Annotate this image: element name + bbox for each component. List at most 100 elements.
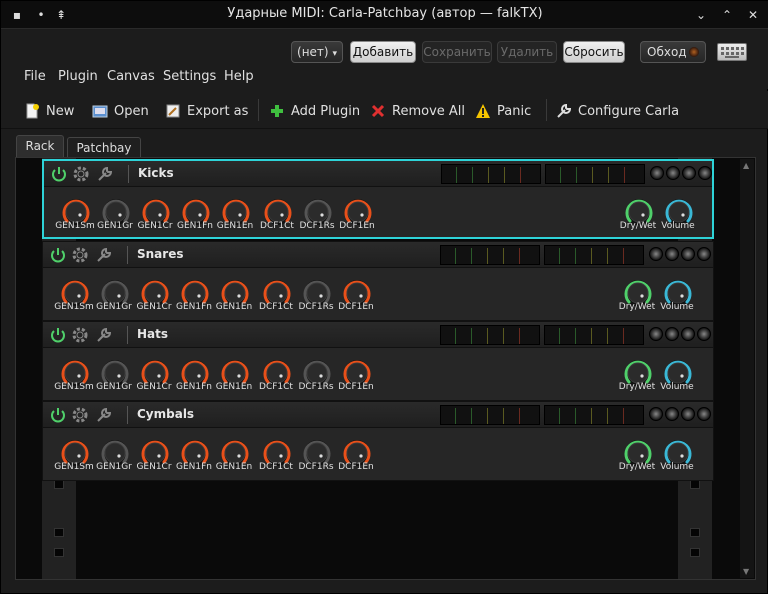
plugin-slot[interactable]: Hats GEN1Sm GEN1Gr GEN1Cr GEN1Fn GEN1En …	[42, 321, 714, 401]
knob-label: GEN1Cr	[136, 302, 172, 312]
wrench-icon[interactable]	[95, 406, 113, 424]
window-title: Ударные MIDI: Carla-Patchbay (автор — fa…	[227, 6, 543, 21]
knob-label: GEN1Gr	[96, 462, 132, 472]
knob-label: GEN1Fn	[176, 382, 212, 392]
gear-icon[interactable]	[71, 326, 89, 344]
remove-x-icon	[371, 104, 385, 118]
knob-label: GEN1Sm	[54, 462, 94, 472]
bypass-button[interactable]: Обход	[640, 41, 706, 63]
new-button[interactable]: New	[24, 101, 74, 121]
power-icon[interactable]	[49, 406, 67, 424]
menu-bar: File Plugin Canvas Settings Help	[1, 67, 768, 89]
power-icon[interactable]	[50, 165, 68, 183]
delete-button[interactable]: Удалить	[497, 41, 557, 63]
export-button[interactable]: Export as	[165, 101, 248, 121]
toolbar-separator	[258, 99, 259, 121]
plugin-slot[interactable]: Cymbals GEN1Sm GEN1Gr GEN1Cr GEN1Fn GEN1…	[42, 401, 714, 481]
new-file-icon	[26, 103, 39, 119]
knob-label: GEN1Sm	[54, 302, 94, 312]
knob-label: GEN1Sm	[54, 382, 94, 392]
led-indicator	[681, 327, 695, 341]
rack-scrollbar[interactable]: ▲ ▼	[740, 159, 754, 578]
close-icon[interactable]: ✕	[743, 5, 763, 25]
header-separator	[127, 406, 128, 424]
gear-icon[interactable]	[72, 165, 90, 183]
gear-icon[interactable]	[71, 406, 89, 424]
preset-select[interactable]: (нет) ▾	[291, 41, 343, 63]
knob-label: GEN1Fn	[176, 462, 212, 472]
knob-label: DCF1Ct	[259, 302, 293, 312]
knob-label: GEN1Sm	[55, 221, 95, 231]
menu-canvas[interactable]: Canvas	[107, 69, 155, 84]
menu-file[interactable]: File	[24, 69, 46, 84]
knob-label: DCF1Ct	[259, 382, 293, 392]
plugin-leds	[649, 407, 711, 421]
power-icon[interactable]	[49, 326, 67, 344]
peak-meter-out	[545, 164, 645, 184]
knob-label: GEN1Cr	[136, 382, 172, 392]
add-plugin-button[interactable]: Add Plugin	[269, 101, 360, 121]
gear-icon[interactable]	[71, 246, 89, 264]
menu-plugin[interactable]: Plugin	[58, 69, 98, 84]
minimize-icon[interactable]: ⌄	[691, 5, 711, 25]
plugin-name: Kicks	[138, 166, 174, 180]
peak-meter-in	[440, 405, 540, 425]
knob-label: GEN1Cr	[136, 462, 172, 472]
plugin-name: Hats	[137, 327, 169, 341]
knob-label: DCF1En	[338, 462, 374, 472]
header-separator	[127, 326, 128, 344]
menu-help[interactable]: Help	[224, 69, 254, 84]
led-indicator	[681, 407, 695, 421]
knob-label: GEN1En	[215, 302, 253, 312]
led-indicator	[665, 327, 679, 341]
knob-label: GEN1Fn	[176, 302, 212, 312]
wrench-icon[interactable]	[95, 326, 113, 344]
peak-meter-in	[440, 325, 540, 345]
plugin-header: Kicks	[44, 161, 712, 187]
knob-label: DCF1Rs	[298, 462, 334, 472]
knob-label: Dry/Wet	[618, 302, 656, 312]
power-icon[interactable]	[49, 246, 67, 264]
knob-label: GEN1Fn	[177, 221, 213, 231]
panic-button[interactable]: Panic	[475, 101, 531, 121]
led-indicator	[698, 166, 712, 180]
wrench-icon[interactable]	[96, 165, 114, 183]
menu-settings[interactable]: Settings	[163, 69, 216, 84]
save-button[interactable]: Сохранить	[422, 41, 492, 63]
configure-button[interactable]: Configure Carla	[556, 101, 679, 121]
title-bar: ▪ • ⇞ Ударные MIDI: Carla-Patchbay (авто…	[1, 1, 768, 29]
export-icon	[166, 104, 180, 118]
keyboard-icon[interactable]	[717, 43, 747, 61]
knob-label: DCF1Rs	[299, 221, 335, 231]
maximize-icon[interactable]: ⌃	[717, 5, 737, 25]
tab-patchbay[interactable]: Patchbay	[67, 137, 141, 159]
add-button[interactable]: Добавить	[350, 41, 416, 63]
open-button[interactable]: Open	[92, 101, 149, 121]
knob-label: GEN1Gr	[96, 302, 132, 312]
led-indicator	[697, 407, 711, 421]
knob-label: GEN1Gr	[96, 382, 132, 392]
wrench-icon	[557, 103, 572, 118]
knob-label: DCF1Rs	[298, 382, 334, 392]
peak-meter-out	[544, 325, 644, 345]
wrench-icon[interactable]	[95, 246, 113, 264]
led-indicator	[697, 247, 711, 261]
led-indicator	[681, 247, 695, 261]
remove-all-button[interactable]: Remove All	[370, 101, 465, 121]
plugin-slot[interactable]: Snares GEN1Sm GEN1Gr GEN1Cr GEN1Fn GEN1E…	[42, 241, 714, 321]
knob-label: GEN1En	[215, 382, 253, 392]
plugin-slot[interactable]: Kicks GEN1Sm GEN1Gr GEN1Cr GEN1Fn GEN1En…	[42, 159, 714, 239]
led-indicator	[665, 407, 679, 421]
knob-label: DCF1En	[338, 382, 374, 392]
reset-button[interactable]: Сбросить	[563, 41, 625, 63]
knob-label: Volume	[660, 382, 694, 392]
warning-icon	[476, 104, 490, 118]
knob-label: DCF1Ct	[260, 221, 294, 231]
tab-rack[interactable]: Rack	[16, 135, 64, 157]
knob-label: Dry/Wet	[618, 462, 656, 472]
knob-label: Dry/Wet	[618, 382, 656, 392]
header-separator	[127, 246, 128, 264]
led-indicator	[650, 166, 664, 180]
peak-meter-in	[441, 164, 541, 184]
toolbar: New Open Export as Add Plugin Remove All…	[1, 91, 768, 129]
